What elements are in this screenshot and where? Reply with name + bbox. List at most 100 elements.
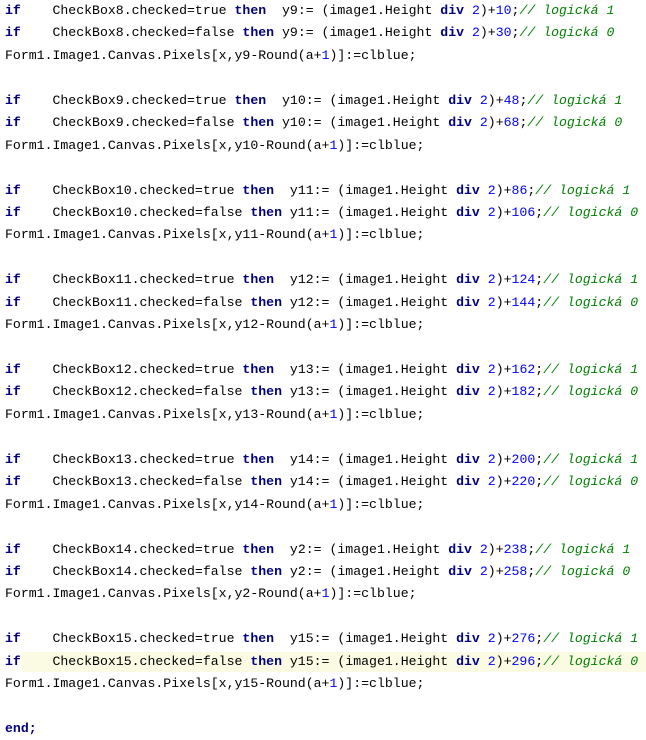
keyword-div: div bbox=[456, 204, 480, 220]
keyword-if: if bbox=[5, 541, 21, 557]
keyword-then: then bbox=[234, 92, 267, 108]
code-line-condition[interactable]: if CheckBox14.checked=false then y2:= (i… bbox=[0, 561, 646, 583]
number-literal: 2 bbox=[479, 115, 488, 131]
code-line-condition[interactable]: if CheckBox13.checked=true then y14:= (i… bbox=[0, 449, 646, 471]
code-comment: // logická 0 bbox=[535, 563, 631, 579]
code-line-condition[interactable]: if CheckBox12.checked=false then y13:= (… bbox=[0, 381, 646, 403]
code-line-condition[interactable]: if CheckBox9.checked=true then y10:= (im… bbox=[0, 90, 646, 112]
code-line-blank[interactable] bbox=[0, 247, 646, 269]
code-line-end[interactable]: end; bbox=[0, 718, 646, 740]
keyword-then: then bbox=[242, 362, 275, 377]
number-literal: 1 bbox=[329, 137, 338, 153]
code-comment: // logická 1 bbox=[543, 451, 639, 467]
number-literal: 220 bbox=[511, 474, 536, 490]
code-line-blank[interactable] bbox=[0, 157, 646, 179]
code-comment: // logická 0 bbox=[543, 294, 639, 310]
keyword-div: div bbox=[440, 3, 465, 18]
number-literal: 2 bbox=[479, 541, 488, 557]
keyword-then: then bbox=[242, 115, 275, 131]
code-line-pixel-assignment[interactable]: Form1.Image1.Canvas.Pixels[x,y15-Round(a… bbox=[0, 673, 646, 695]
keyword-div: div bbox=[456, 451, 480, 467]
code-line-condition[interactable]: if CheckBox11.checked=true then y12:= (i… bbox=[0, 269, 646, 291]
code-line-condition[interactable]: if CheckBox8.checked=false then y9:= (im… bbox=[0, 22, 646, 44]
number-literal: 200 bbox=[511, 451, 536, 467]
code-editor[interactable]: if CheckBox8.checked=true then y9:= (ima… bbox=[0, 0, 646, 736]
keyword-div: div bbox=[456, 294, 480, 310]
keyword-then: then bbox=[250, 563, 282, 579]
code-line-pixel-assignment[interactable]: Form1.Image1.Canvas.Pixels[x,y10-Round(a… bbox=[0, 135, 646, 157]
code-line-pixel-assignment[interactable]: Form1.Image1.Canvas.Pixels[x,y14-Round(a… bbox=[0, 494, 646, 516]
keyword-if: if bbox=[5, 115, 21, 131]
number-literal: 1 bbox=[329, 227, 338, 243]
number-literal: 86 bbox=[511, 182, 528, 198]
number-literal: 1 bbox=[329, 317, 338, 333]
code-comment: // logická 0 bbox=[527, 115, 623, 131]
code-line-blank[interactable] bbox=[0, 606, 646, 628]
keyword-then: then bbox=[242, 182, 275, 198]
code-line-blank[interactable] bbox=[0, 516, 646, 538]
keyword-then: then bbox=[242, 272, 275, 288]
number-literal: 276 bbox=[511, 631, 536, 647]
number-literal: 296 bbox=[511, 653, 536, 669]
code-line-condition[interactable]: if CheckBox15.checked=false then y15:= (… bbox=[0, 651, 646, 673]
number-literal: 2 bbox=[487, 451, 496, 467]
code-line-blank[interactable] bbox=[0, 67, 646, 89]
number-literal: 258 bbox=[503, 563, 528, 579]
code-line-condition[interactable]: if CheckBox12.checked=true then y13:= (i… bbox=[0, 359, 646, 381]
number-literal: 2 bbox=[479, 92, 488, 108]
code-comment: // logická 0 bbox=[543, 653, 639, 669]
number-literal: 2 bbox=[479, 563, 488, 579]
keyword-if: if bbox=[5, 182, 21, 198]
code-line-condition[interactable]: if CheckBox15.checked=true then y15:= (i… bbox=[0, 628, 646, 650]
code-line-pixel-assignment[interactable]: Form1.Image1.Canvas.Pixels[x,y13-Round(a… bbox=[0, 404, 646, 426]
code-comment: // logická 1 bbox=[543, 631, 639, 647]
code-line-condition[interactable]: if CheckBox10.checked=false then y11:= (… bbox=[0, 202, 646, 224]
code-line-condition[interactable]: if CheckBox13.checked=false then y14:= (… bbox=[0, 471, 646, 493]
keyword-div: div bbox=[456, 182, 480, 198]
code-line-pixel-assignment[interactable]: Form1.Image1.Canvas.Pixels[x,y11-Round(a… bbox=[0, 224, 646, 246]
keyword-then: then bbox=[242, 631, 275, 647]
number-literal: 2 bbox=[487, 272, 496, 288]
number-literal: 1 bbox=[321, 586, 330, 602]
keyword-if: if bbox=[5, 272, 21, 288]
number-literal: 124 bbox=[511, 272, 536, 288]
number-literal: 10 bbox=[495, 3, 512, 18]
keyword-if: if bbox=[5, 631, 21, 647]
keyword-if: if bbox=[5, 3, 21, 18]
code-line-condition[interactable]: if CheckBox11.checked=false then y12:= (… bbox=[0, 292, 646, 314]
number-literal: 2 bbox=[487, 182, 496, 198]
code-line-condition[interactable]: if CheckBox9.checked=false then y10:= (i… bbox=[0, 112, 646, 134]
number-literal: 2 bbox=[487, 204, 496, 220]
code-line-pixel-assignment[interactable]: Form1.Image1.Canvas.Pixels[x,y2-Round(a+… bbox=[0, 583, 646, 605]
keyword-div: div bbox=[448, 92, 472, 108]
keyword-if: if bbox=[5, 25, 21, 41]
number-literal: 2 bbox=[471, 3, 480, 18]
number-literal: 1 bbox=[329, 496, 338, 512]
number-literal: 238 bbox=[503, 541, 528, 557]
code-line-condition[interactable]: if CheckBox14.checked=true then y2:= (im… bbox=[0, 539, 646, 561]
code-comment: // logická 0 bbox=[519, 25, 615, 41]
code-line-pixel-assignment[interactable]: Form1.Image1.Canvas.Pixels[x,y9-Round(a+… bbox=[0, 45, 646, 67]
code-line-condition[interactable]: if CheckBox10.checked=true then y11:= (i… bbox=[0, 180, 646, 202]
code-line-condition[interactable]: if CheckBox8.checked=true then y9:= (ima… bbox=[0, 0, 646, 22]
code-line-blank[interactable] bbox=[0, 696, 646, 718]
keyword-div: div bbox=[456, 362, 480, 377]
keyword-div: div bbox=[456, 272, 480, 288]
keyword-if: if bbox=[5, 474, 21, 490]
number-literal: 2 bbox=[487, 653, 496, 669]
code-comment: // logická 1 bbox=[543, 272, 639, 288]
code-line-blank[interactable] bbox=[0, 337, 646, 359]
code-line-pixel-assignment[interactable]: Form1.Image1.Canvas.Pixels[x,y12-Round(a… bbox=[0, 314, 646, 336]
keyword-div: div bbox=[440, 25, 465, 41]
code-comment: // logická 1 bbox=[527, 92, 623, 108]
keyword-then: then bbox=[250, 474, 282, 490]
number-literal: 2 bbox=[487, 631, 496, 647]
keyword-if: if bbox=[5, 653, 21, 669]
number-literal: 1 bbox=[329, 406, 338, 422]
keyword-div: div bbox=[456, 384, 480, 400]
keyword-then: then bbox=[250, 204, 282, 220]
code-line-blank[interactable] bbox=[0, 426, 646, 448]
number-literal: 182 bbox=[511, 384, 536, 400]
keyword-then: then bbox=[234, 3, 267, 18]
number-literal: 1 bbox=[321, 47, 330, 63]
